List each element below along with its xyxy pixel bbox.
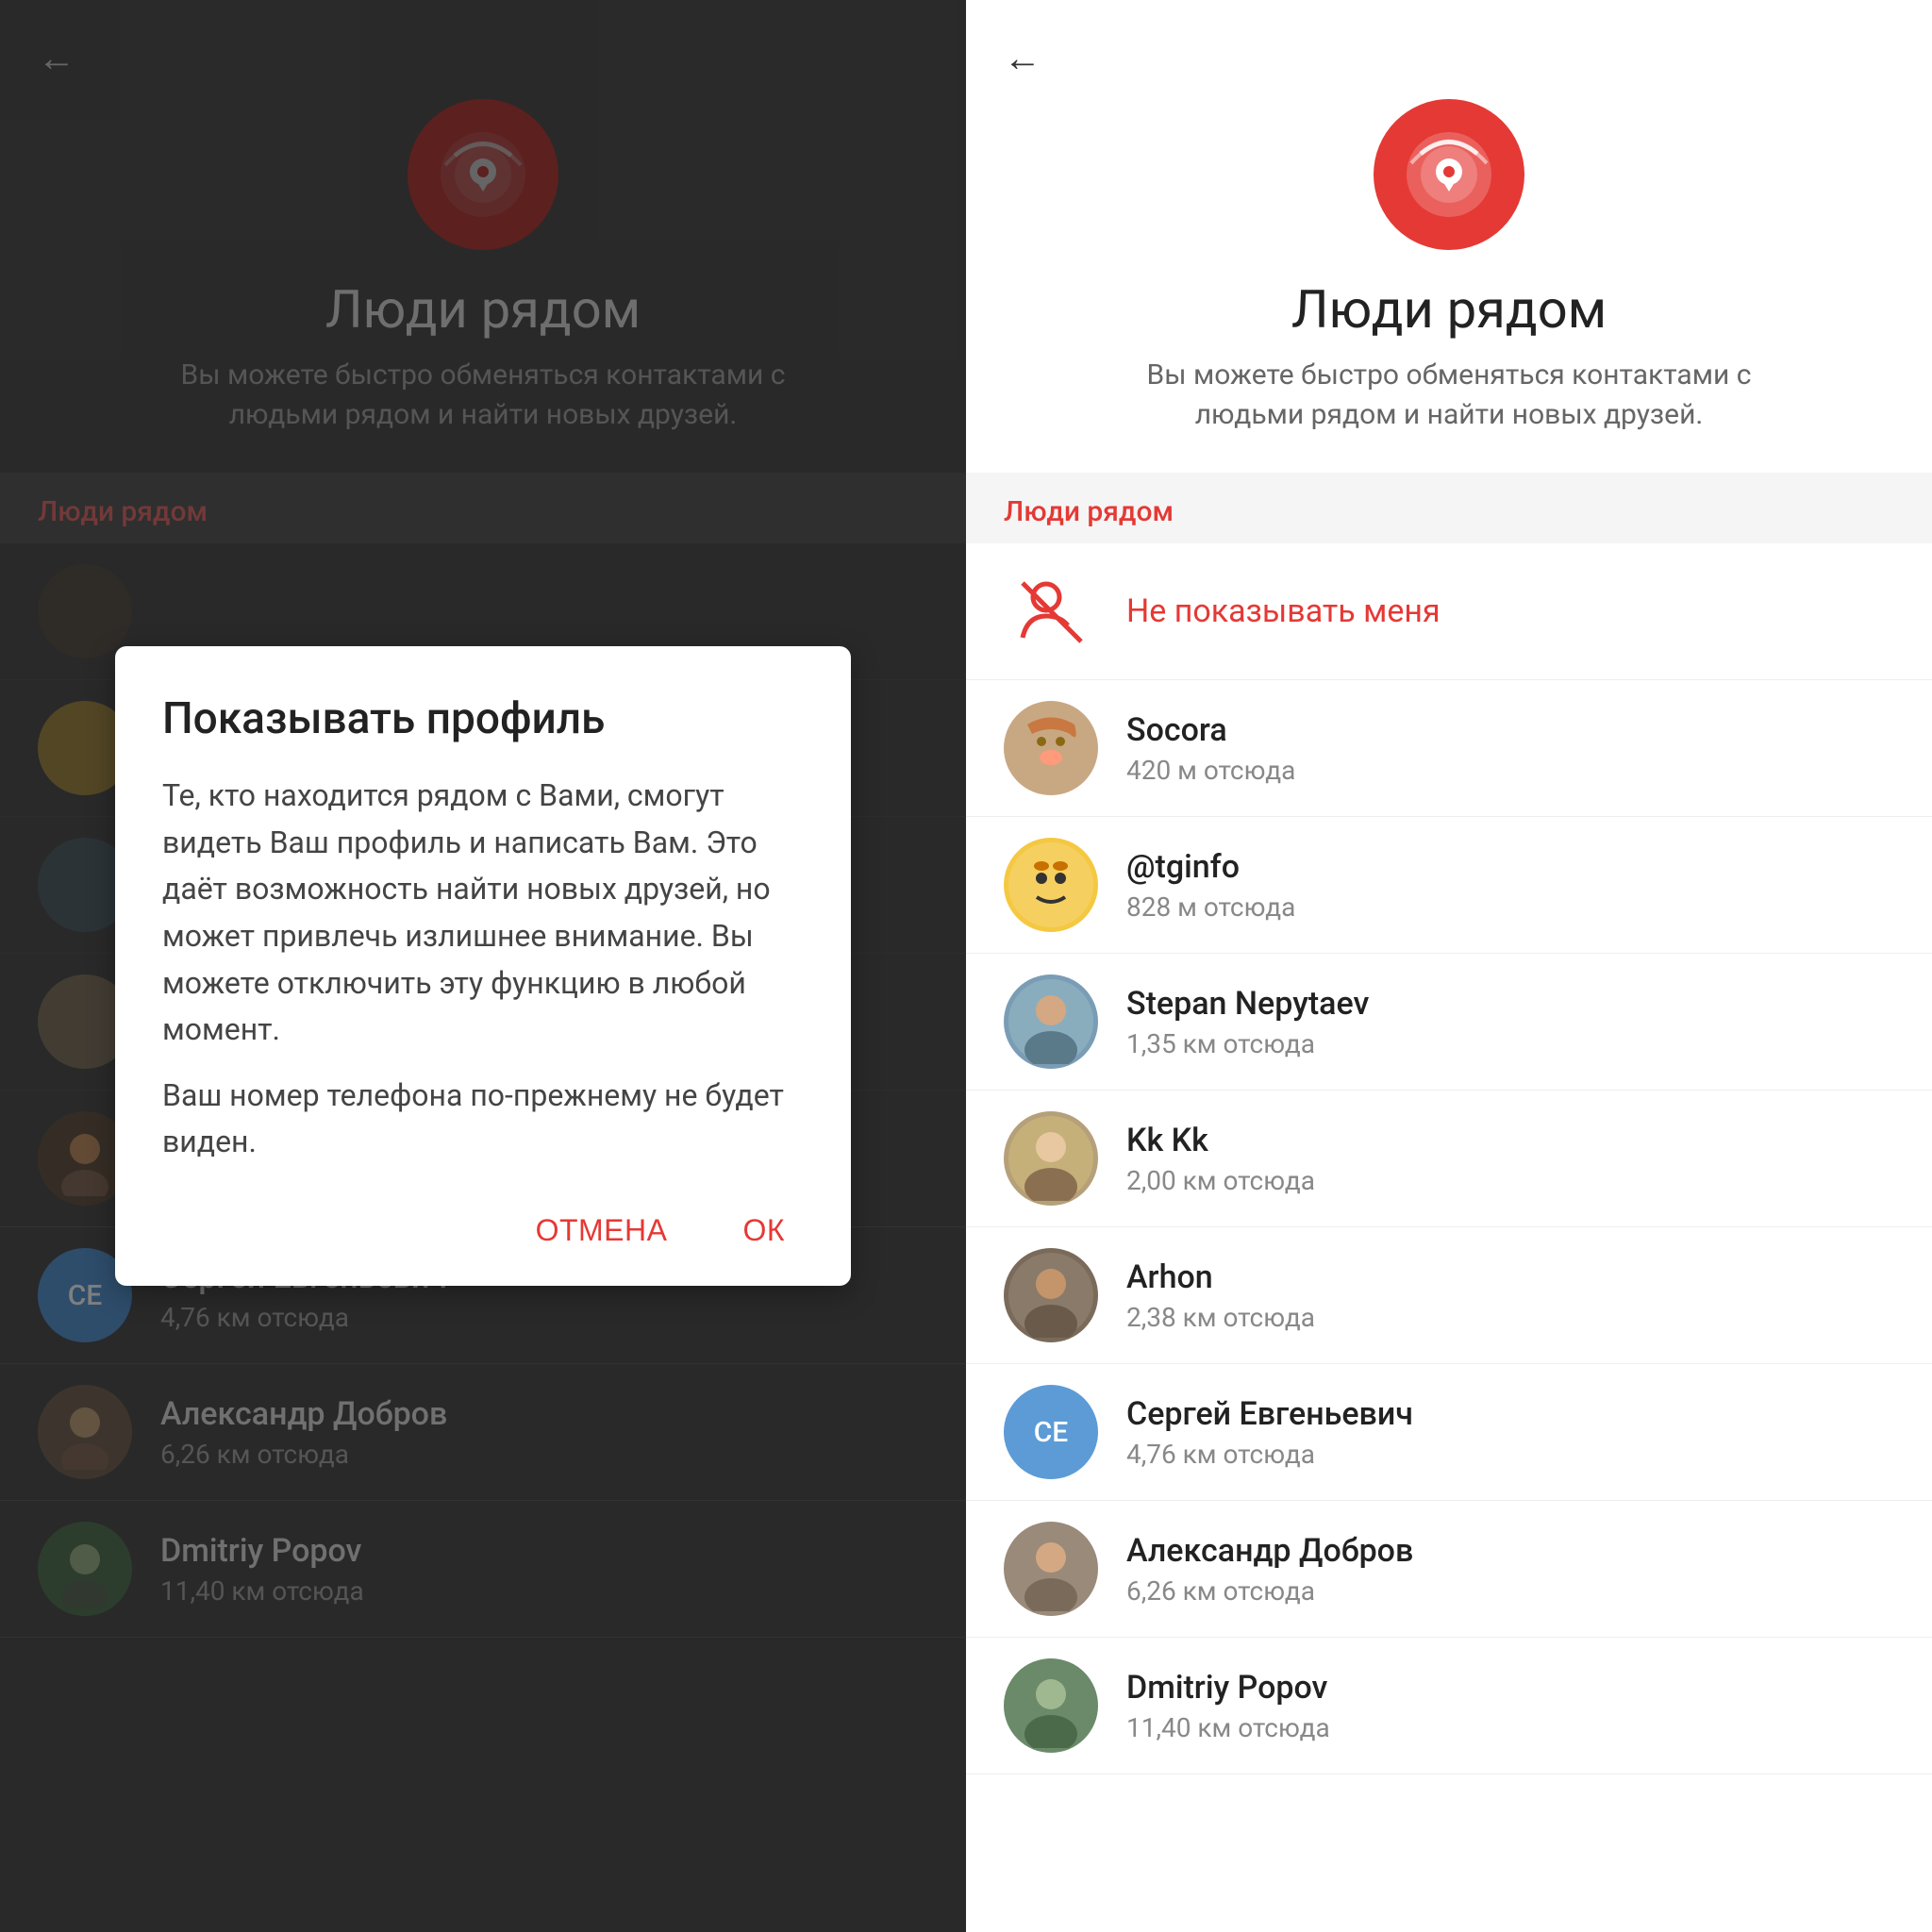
right-header-area: ← Люди рядом Вы можете быстро обменяться… — [966, 0, 1932, 473]
list-item-sergey-r[interactable]: СЕ Сергей Евгеньевич 4,76 км отсюда — [966, 1364, 1932, 1501]
avatar-tginfo — [1004, 838, 1098, 932]
dialog-overlay: Показывать профиль Те, кто находится ряд… — [0, 0, 966, 1932]
avatar-dmitriy-r — [1004, 1658, 1098, 1753]
avatar-socora — [1004, 701, 1098, 795]
right-people-list: Не показывать меня Socora 420 м отсюда — [966, 543, 1932, 1932]
item-name-sergey-r: Сергей Евгеньевич — [1126, 1395, 1413, 1433]
dialog: Показывать профиль Те, кто находится ряд… — [115, 646, 851, 1286]
dialog-cancel-button[interactable]: ОТМЕНА — [517, 1204, 687, 1257]
item-distance-sergey-r: 4,76 км отсюда — [1126, 1439, 1413, 1470]
right-location-pin-icon — [1402, 127, 1496, 222]
left-panel: ← Люди рядом Вы можете быстро обменяться… — [0, 0, 966, 1932]
right-header-subtitle: Вы можете быстро обменяться контактами с… — [1119, 356, 1779, 435]
item-distance-tginfo: 828 м отсюда — [1126, 891, 1295, 923]
item-info-tginfo: @tginfo 828 м отсюда — [1126, 848, 1295, 923]
item-distance-dmitriy-r: 11,40 км отсюда — [1126, 1712, 1330, 1743]
dialog-body-1: Те, кто находится рядом с Вами, смогут в… — [162, 773, 804, 1054]
right-back-button[interactable]: ← — [1004, 38, 1041, 80]
item-name-kkkk: Kk Kk — [1126, 1122, 1315, 1159]
list-item-dmitriy-r[interactable]: Dmitriy Popov 11,40 км отсюда — [966, 1638, 1932, 1774]
dialog-ok-button[interactable]: ОК — [724, 1204, 804, 1257]
not-showing-text: Не показывать меня — [1126, 592, 1441, 630]
item-distance-arhon-r: 2,38 км отсюда — [1126, 1302, 1315, 1333]
item-info-kkkk: Kk Kk 2,00 км отсюда — [1126, 1122, 1315, 1196]
item-info-dmitriy-r: Dmitriy Popov 11,40 км отсюда — [1126, 1669, 1330, 1743]
item-distance-kkkk: 2,00 км отсюда — [1126, 1165, 1315, 1196]
right-header-title: Люди рядом — [1291, 278, 1607, 341]
item-name-socora: Socora — [1126, 711, 1295, 749]
item-info-stepan: Stepan Nepytaev 1,35 км отсюда — [1126, 985, 1369, 1059]
list-item-stepan[interactable]: Stepan Nepytaev 1,35 км отсюда — [966, 954, 1932, 1091]
item-info-alex-r: Александр Добров 6,26 км отсюда — [1126, 1532, 1413, 1607]
list-item-socora[interactable]: Socora 420 м отсюда — [966, 680, 1932, 817]
item-name-alex-r: Александр Добров — [1126, 1532, 1413, 1570]
item-info-socora: Socora 420 м отсюда — [1126, 711, 1295, 786]
item-distance-stepan: 1,35 км отсюда — [1126, 1028, 1369, 1059]
avatar-sergey-r: СЕ — [1004, 1385, 1098, 1479]
item-distance-alex-r: 6,26 км отсюда — [1126, 1575, 1413, 1607]
not-showing-icon — [1004, 564, 1098, 658]
list-item-tginfo[interactable]: @tginfo 828 м отсюда — [966, 817, 1932, 954]
item-name-dmitriy-r: Dmitriy Popov — [1126, 1669, 1330, 1707]
right-location-icon-wrapper — [1374, 99, 1524, 250]
item-name-stepan: Stepan Nepytaev — [1126, 985, 1369, 1023]
avatar-alex-r — [1004, 1522, 1098, 1616]
dialog-title: Показывать профиль — [162, 693, 804, 744]
item-info-sergey-r: Сергей Евгеньевич 4,76 км отсюда — [1126, 1395, 1413, 1470]
list-item-alex-r[interactable]: Александр Добров 6,26 км отсюда — [966, 1501, 1932, 1638]
dialog-body-2: Ваш номер телефона по-прежнему не будет … — [162, 1073, 804, 1166]
dialog-actions: ОТМЕНА ОК — [162, 1204, 804, 1257]
item-name-arhon-r: Arhon — [1126, 1258, 1315, 1296]
item-info-arhon-r: Arhon 2,38 км отсюда — [1126, 1258, 1315, 1333]
item-name-tginfo: @tginfo — [1126, 848, 1295, 886]
right-section-label: Люди рядом — [966, 473, 1932, 543]
list-item-arhon-r[interactable]: Arhon 2,38 км отсюда — [966, 1227, 1932, 1364]
avatar-stepan — [1004, 974, 1098, 1069]
avatar-arhon-r — [1004, 1248, 1098, 1342]
list-item-kkkk[interactable]: Kk Kk 2,00 км отсюда — [966, 1091, 1932, 1227]
person-slash-icon — [1013, 574, 1089, 649]
avatar-kkkk — [1004, 1111, 1098, 1206]
right-panel: ← Люди рядом Вы можете быстро обменяться… — [966, 0, 1932, 1932]
not-showing-row[interactable]: Не показывать меня — [966, 543, 1932, 680]
item-distance-socora: 420 м отсюда — [1126, 755, 1295, 786]
